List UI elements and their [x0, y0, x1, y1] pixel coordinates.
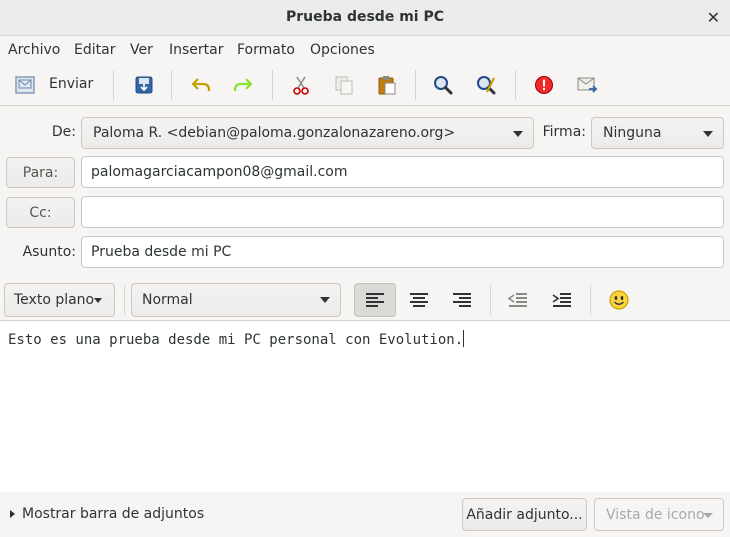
show-attachment-bar-label: Mostrar barra de adjuntos	[22, 506, 205, 522]
format-separator	[490, 285, 491, 315]
signature-label: Firma:	[542, 124, 586, 140]
unindent-button[interactable]	[497, 283, 539, 317]
redo-icon[interactable]	[228, 71, 258, 99]
attachment-bar: Mostrar barra de adjuntos Añadir adjunto…	[0, 492, 730, 537]
align-left-icon	[366, 293, 384, 307]
menu-insertar[interactable]: Insertar	[169, 42, 224, 58]
paragraph-style-combo[interactable]: Normal	[131, 283, 341, 317]
copy-icon[interactable]	[329, 71, 359, 99]
toolbar-separator	[171, 70, 172, 100]
unindent-icon	[507, 293, 527, 307]
signature-combo[interactable]: Ninguna	[591, 117, 724, 149]
subject-field[interactable]: Prueba desde mi PC	[81, 236, 724, 268]
menu-editar[interactable]: Editar	[74, 42, 115, 58]
find-icon[interactable]	[428, 71, 458, 99]
cut-icon[interactable]	[286, 71, 316, 99]
to-button[interactable]: Para:	[6, 157, 75, 188]
format-separator	[124, 285, 125, 315]
format-toolbar: Texto plano Normal	[0, 279, 730, 321]
indent-button[interactable]	[541, 283, 583, 317]
view-mode-value: Vista de icono	[606, 506, 705, 523]
from-combo[interactable]: Paloma R. <debian@paloma.gonzalonazareno…	[81, 117, 534, 149]
show-attachment-bar-expander[interactable]: Mostrar barra de adjuntos	[10, 506, 204, 522]
send-icon[interactable]	[10, 71, 40, 99]
view-mode-combo[interactable]: Vista de icono	[594, 498, 724, 531]
toolbar-separator	[415, 70, 416, 100]
menu-bar: Archivo Editar Ver Insertar Formato Opci…	[0, 36, 730, 64]
toolbar-separator	[113, 70, 114, 100]
menu-formato[interactable]: Formato	[237, 42, 295, 58]
toolbar-separator	[272, 70, 273, 100]
align-right-button[interactable]	[441, 283, 483, 317]
save-draft-icon[interactable]	[129, 71, 159, 99]
indent-icon	[552, 293, 571, 307]
from-value: Paloma R. <debian@paloma.gonzalonazareno…	[93, 125, 456, 141]
chevron-down-icon	[513, 131, 523, 137]
chevron-down-icon	[703, 131, 713, 137]
smiley-icon	[609, 290, 629, 310]
to-field[interactable]: palomagarciacampon08@gmail.com	[81, 156, 724, 188]
chevron-down-icon	[320, 297, 330, 303]
paste-icon[interactable]	[372, 71, 402, 99]
reply-to-icon[interactable]	[572, 71, 602, 99]
cc-button[interactable]: Cc:	[6, 197, 75, 228]
message-body-editor[interactable]: Esto es una prueba desde mi PC personal …	[0, 322, 730, 492]
align-center-button[interactable]	[398, 283, 440, 317]
paragraph-style-value: Normal	[142, 292, 193, 308]
menu-archivo[interactable]: Archivo	[8, 42, 60, 58]
signature-value: Ninguna	[603, 125, 662, 141]
menu-ver[interactable]: Ver	[130, 42, 153, 58]
text-mode-value: Texto plano	[14, 292, 95, 308]
chevron-down-icon	[94, 298, 102, 303]
send-button[interactable]: Enviar	[49, 76, 93, 92]
menu-opciones[interactable]: Opciones	[310, 42, 375, 58]
insert-smiley-button[interactable]	[598, 283, 640, 317]
text-mode-combo[interactable]: Texto plano	[4, 283, 115, 317]
subject-label: Asunto:	[22, 244, 76, 260]
main-toolbar: Enviar	[0, 64, 730, 106]
expander-arrow-icon	[10, 510, 15, 518]
align-right-icon	[453, 293, 471, 307]
format-separator	[590, 285, 591, 315]
chevron-down-icon	[703, 513, 713, 518]
cc-field[interactable]	[81, 196, 724, 228]
title-bar: Prueba desde mi PC ✕	[0, 0, 730, 36]
align-left-button[interactable]	[354, 283, 396, 317]
message-body-text: Esto es una prueba desde mi PC personal …	[8, 332, 464, 348]
toolbar-separator	[515, 70, 516, 100]
undo-icon[interactable]	[186, 71, 216, 99]
priority-icon[interactable]	[529, 71, 559, 99]
align-center-icon	[410, 293, 428, 307]
find-replace-icon[interactable]	[471, 71, 501, 99]
from-label: De:	[51, 124, 76, 140]
message-header: De: Paloma R. <debian@paloma.gonzalonaza…	[0, 107, 730, 279]
window-title: Prueba desde mi PC	[285, 9, 444, 25]
add-attachment-button[interactable]: Añadir adjunto...	[462, 498, 587, 531]
close-icon[interactable]: ✕	[707, 8, 720, 27]
text-caret	[463, 330, 465, 347]
